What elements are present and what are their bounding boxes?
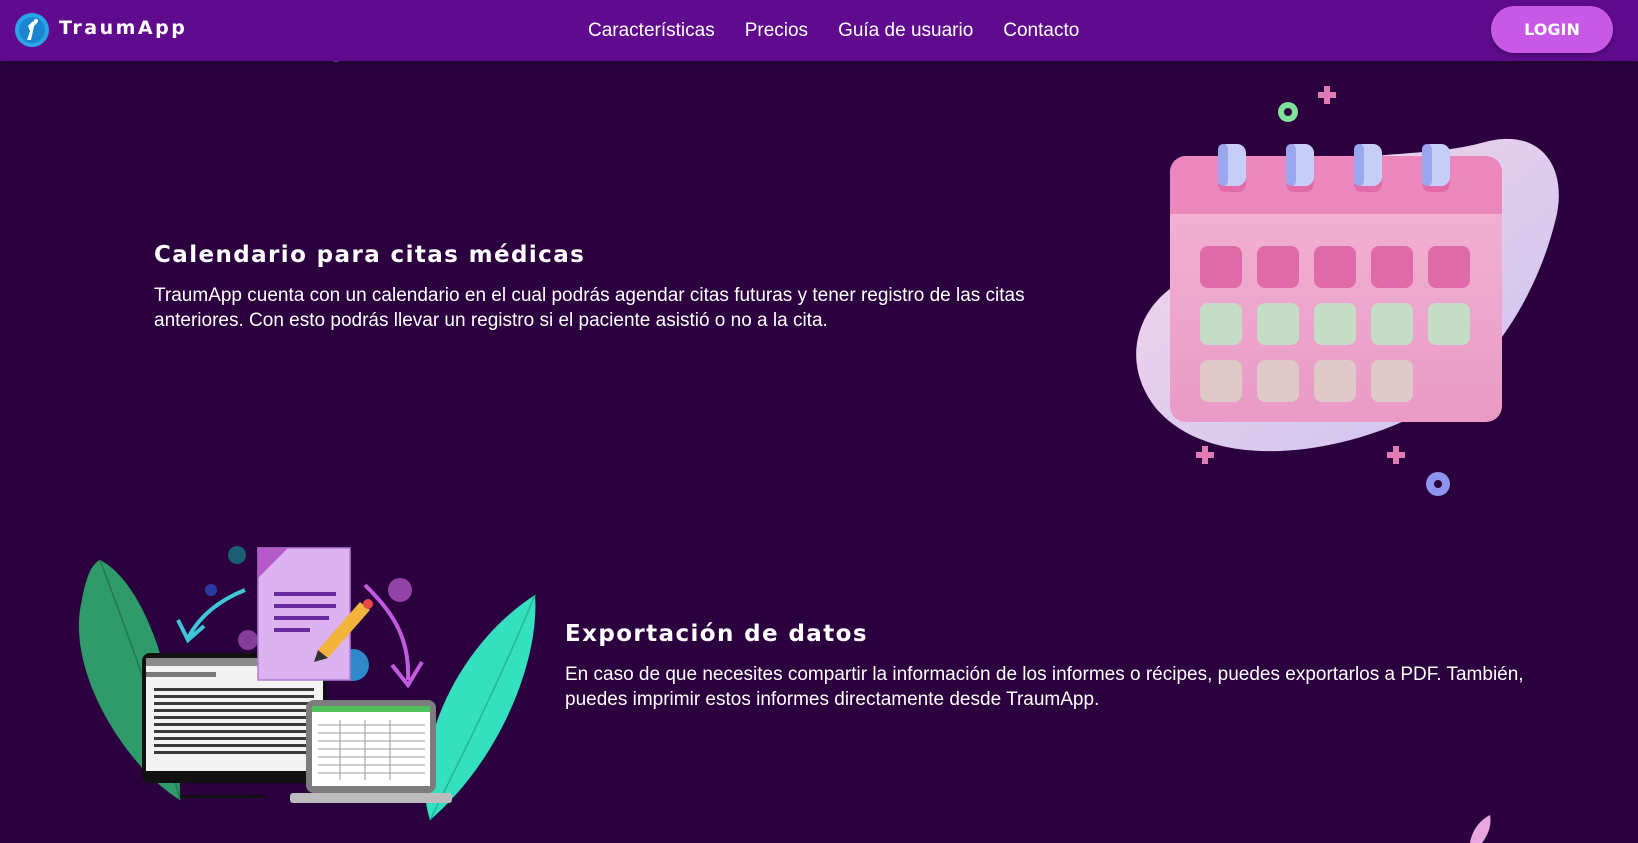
navbar: TraumApp Características Precios Guía de… (0, 0, 1638, 61)
feature-title: Calendario para citas médicas (154, 242, 586, 268)
traumapp-logo-icon[interactable] (15, 13, 49, 47)
nav-link-contacto[interactable]: Contacto (1003, 20, 1079, 42)
nav-link-caracteristicas[interactable]: Características (588, 20, 715, 42)
feature-description: TraumApp cuenta con un calendario en el … (154, 285, 1025, 331)
nav-link-guia-usuario[interactable]: Guía de usuario (838, 20, 973, 42)
feature-description: En caso de que necesites compartir la in… (565, 664, 1524, 710)
decorative-leaf-icon (1470, 815, 1491, 843)
brand-name[interactable]: TraumApp (59, 17, 187, 39)
feature-title: Exportación de datos (565, 621, 868, 647)
calendar-illustration (1136, 86, 1559, 496)
main-nav: Características Precios Guía de usuario … (573, 0, 1094, 61)
nav-link-precios[interactable]: Precios (745, 20, 808, 42)
export-data-illustration (78, 546, 536, 821)
login-button[interactable]: LOGIN (1491, 6, 1613, 53)
